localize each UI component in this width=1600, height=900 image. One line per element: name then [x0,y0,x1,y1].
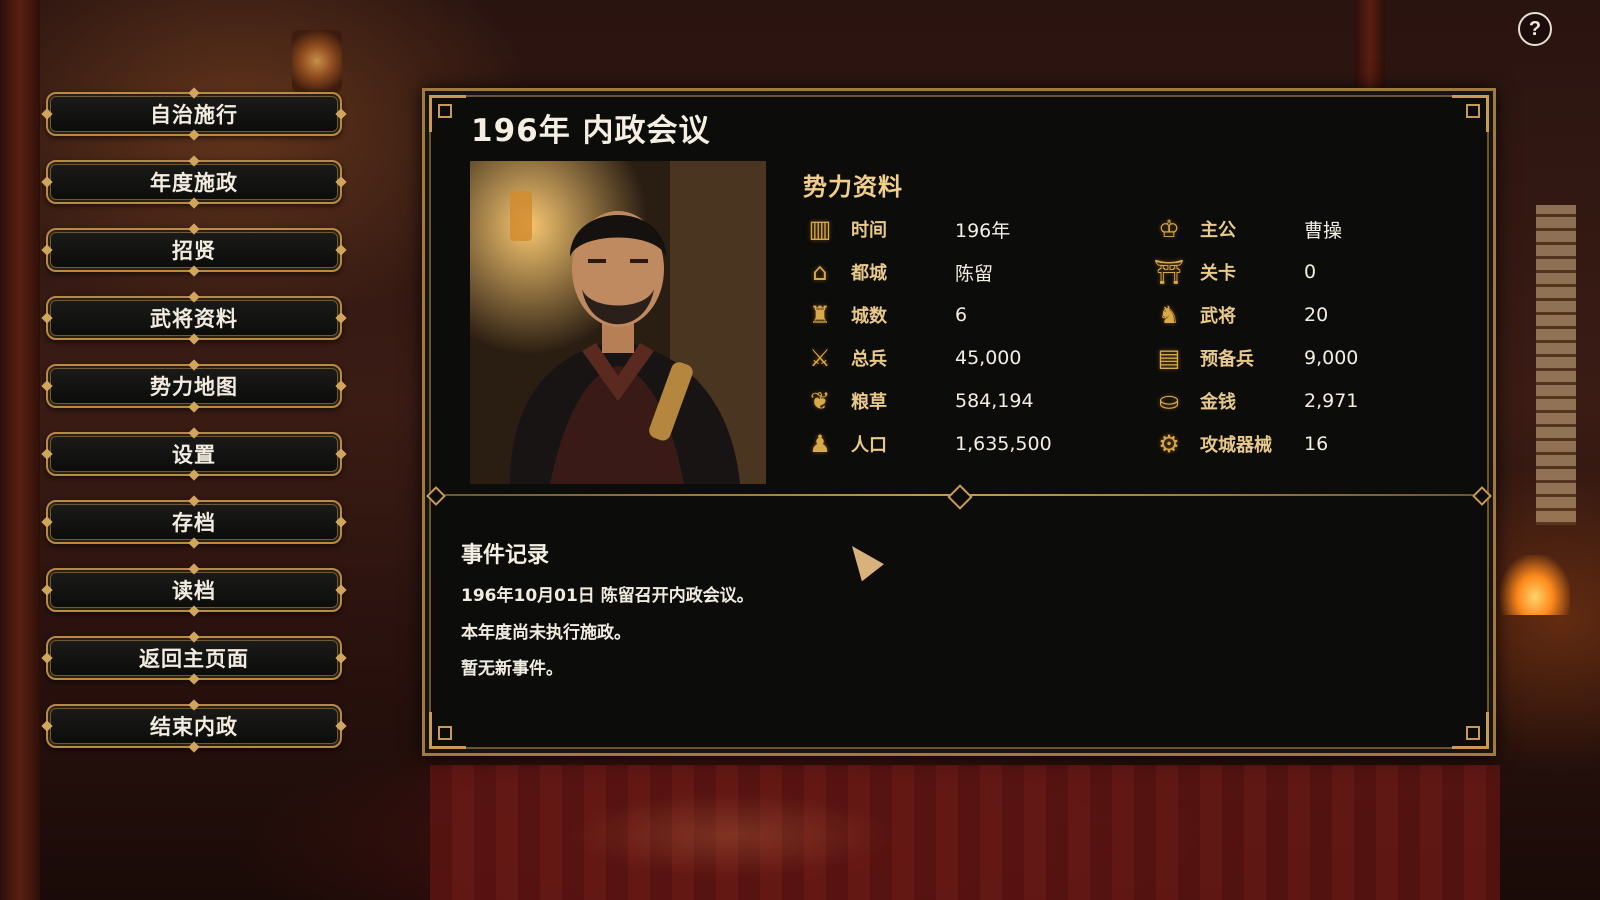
menu-label: 招贤 [172,239,216,263]
stat-siege-engines: ⚙ 攻城器械 16 [1152,424,1328,464]
stat-value: 6 [955,304,968,326]
background-lattice-window [1536,205,1576,525]
panel-title: 196年 内政会议 [471,113,711,149]
background-carpet [430,765,1500,900]
generals-info-button[interactable]: 武将资料 [41,291,347,345]
corner-ornament [429,712,466,749]
gold-coins-icon: ⛀ [1158,387,1180,415]
event-log-entry: 本年度尚未执行施政。 [461,623,631,643]
corner-ornament [1452,712,1489,749]
stat-time: ▥ 时间 196年 [803,209,1011,249]
background-brazier-fire [1500,555,1570,615]
divider-ornament [947,484,973,510]
stat-label: 粮草 [851,392,887,413]
castle-icon: ♜ [809,301,831,329]
menu-label: 势力地图 [150,375,238,399]
stat-value: 45,000 [955,347,1022,369]
stat-passes: ⛩ 关卡 0 [1152,252,1316,292]
menu-label: 返回主页面 [139,647,249,671]
lord-portrait [470,161,766,484]
stat-label: 金钱 [1200,392,1236,413]
stat-label: 都城 [851,263,887,284]
siege-engine-icon: ⚙ [1158,430,1180,458]
menu-label: 设置 [172,443,216,467]
event-log-title: 事件记录 [461,543,550,568]
stat-label: 攻城器械 [1200,435,1272,456]
recruit-talent-button[interactable]: 招贤 [41,223,347,277]
general-icon: ♞ [1158,301,1180,329]
stat-label: 武将 [1200,306,1236,327]
stat-capital: ⌂ 都城 陈留 [803,252,993,292]
menu-label: 年度施政 [150,171,238,195]
background-lantern [292,30,342,92]
stat-value: 16 [1304,433,1329,455]
event-log-entry: 暂无新事件。 [461,659,563,679]
event-log-entry: 196年10月01日 陈留召开内政会议。 [461,586,754,606]
stat-value: 9,000 [1304,347,1359,369]
load-button[interactable]: 读档 [41,563,347,617]
bamboo-scroll-icon: ▥ [808,215,832,243]
menu-label: 读档 [172,579,216,603]
stat-value: 196年 [955,219,1011,242]
main-menu: 自治施行 年度施政 招贤 武将资料 势力地图 设置 存档 读档 返回主页面 结束… [41,87,347,772]
stat-label: 时间 [851,220,887,241]
menu-label: 自治施行 [150,103,238,127]
faction-info-title: 势力资料 [803,173,903,201]
fortress-gate-icon: ⛩ [1153,258,1185,286]
stat-label: 总兵 [851,349,887,370]
stat-label: 主公 [1200,220,1236,241]
army-icon: ⚔ [809,344,831,372]
stat-label: 关卡 [1200,263,1236,284]
stat-value: 20 [1304,304,1329,326]
faction-map-button[interactable]: 势力地图 [41,359,347,413]
corner-ornament [429,95,466,132]
divider-ornament [1472,486,1492,506]
stat-gold: ⛀ 金钱 2,971 [1152,381,1358,421]
stat-value: 曹操 [1304,219,1343,242]
stat-value: 陈留 [955,262,994,285]
divider-ornament [426,486,446,506]
end-domestic-affairs-button[interactable]: 结束内政 [41,699,347,753]
reserve-troops-icon: ▤ [1157,344,1181,372]
stat-lord: ♔ 主公 曹操 [1152,209,1342,249]
help-button[interactable]: ? [1518,12,1552,46]
palace-icon: ⌂ [812,258,828,286]
stat-label: 预备兵 [1200,349,1254,370]
stat-provisions: ❦ 粮草 584,194 [803,381,1034,421]
menu-label: 结束内政 [150,715,238,739]
stat-population: ♟ 人口 1,635,500 [803,424,1052,464]
settings-button[interactable]: 设置 [41,427,347,481]
stat-value: 584,194 [955,390,1034,412]
council-panel: 196年 内政会议 势力资料 ▥ 时间 196年 ⌂ 都城 陈留 ♜ 城数 6 … [422,88,1496,756]
return-main-page-button[interactable]: 返回主页面 [41,631,347,685]
stat-city-count: ♜ 城数 6 [803,295,967,335]
people-icon: ♟ [809,430,831,458]
background-pillar-left [0,0,40,900]
stat-value: 2,971 [1304,390,1359,412]
background-pillar-right [1355,0,1385,88]
autonomy-button[interactable]: 自治施行 [41,87,347,141]
stat-label: 人口 [851,435,887,456]
corner-ornament [1452,95,1489,132]
stat-total-troops: ⚔ 总兵 45,000 [803,338,1021,378]
stat-label: 城数 [851,306,887,327]
stat-generals: ♞ 武将 20 [1152,295,1328,335]
stat-value: 0 [1304,261,1317,283]
save-button[interactable]: 存档 [41,495,347,549]
grain-sack-icon: ❦ [809,387,831,415]
stat-value: 1,635,500 [955,433,1052,455]
annual-policy-button[interactable]: 年度施政 [41,155,347,209]
stat-reserve-troops: ▤ 预备兵 9,000 [1152,338,1359,378]
lord-icon: ♔ [1158,215,1180,243]
menu-label: 武将资料 [150,307,238,331]
menu-label: 存档 [172,511,216,535]
